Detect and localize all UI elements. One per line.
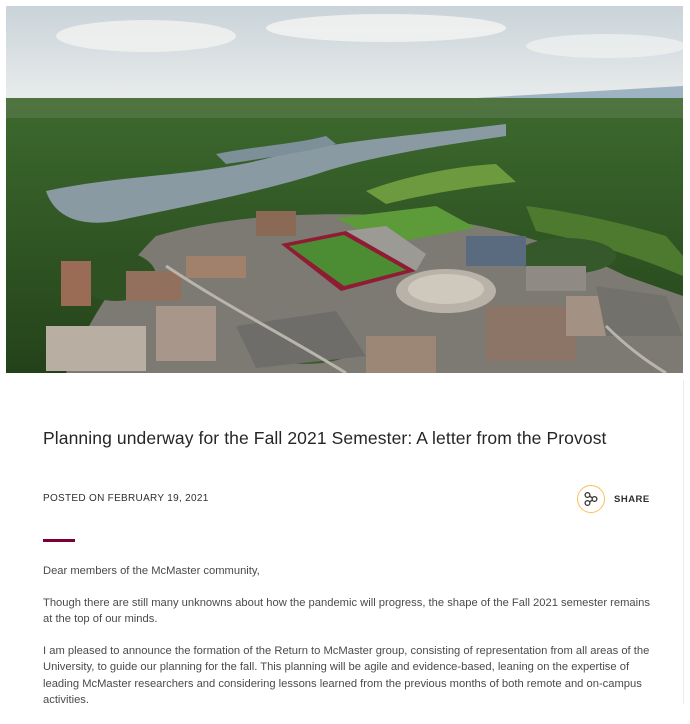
accent-bar <box>43 539 75 542</box>
share-nodes-icon <box>584 491 598 507</box>
article-meta: POSTED ON FEBRUARY 19, 2021 SHARE <box>43 484 649 514</box>
content-divider <box>683 380 684 704</box>
article-title: Planning underway for the Fall 2021 Seme… <box>43 428 607 448</box>
paragraph-intro: Though there are still many unknowns abo… <box>43 596 650 626</box>
paragraph-greeting: Dear members of the McMaster community, <box>43 565 260 577</box>
share-label: SHARE <box>614 493 650 505</box>
paragraph-announcement: I am pleased to announce the formation o… <box>43 644 650 707</box>
article-body: Dear members of the McMaster community, … <box>43 563 658 724</box>
hero-image <box>6 6 683 373</box>
share-button[interactable]: SHARE <box>577 484 652 514</box>
campus-aerial-photo <box>6 6 683 373</box>
posted-date: POSTED ON FEBRUARY 19, 2021 <box>43 493 209 504</box>
share-icon-ring <box>577 485 605 513</box>
